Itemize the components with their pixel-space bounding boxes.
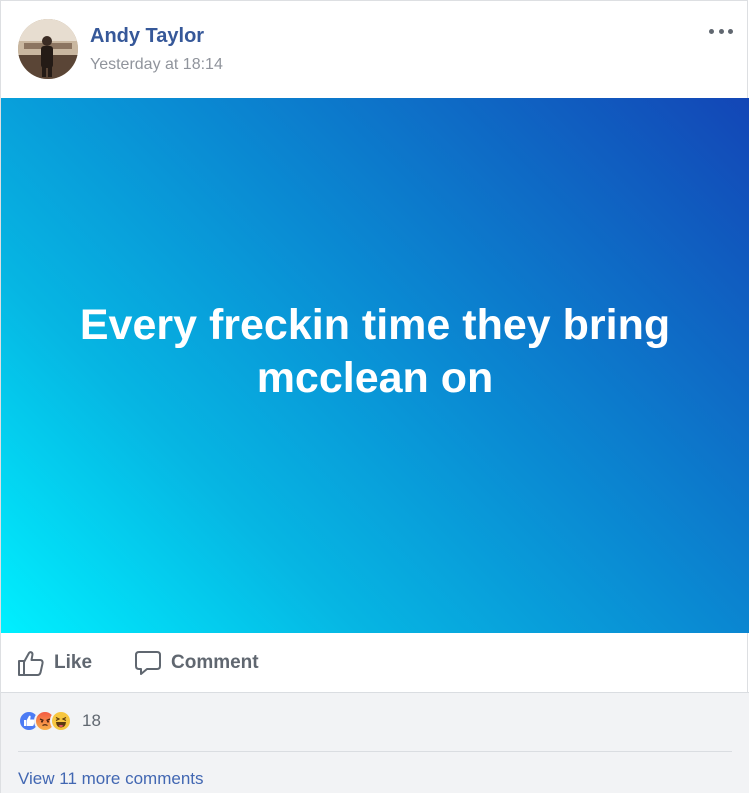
avatar-photo xyxy=(18,19,78,79)
post-header: Andy Taylor Yesterday at 18:14 xyxy=(1,1,747,97)
dot xyxy=(709,28,714,34)
comment-icon xyxy=(134,649,162,677)
more-options-icon[interactable] xyxy=(709,23,733,39)
post-footer: 18 View 11 more comments xyxy=(1,693,749,793)
comment-label: Comment xyxy=(171,652,259,673)
like-button[interactable]: Like xyxy=(17,649,92,677)
footer-divider xyxy=(18,751,732,752)
author-avatar[interactable] xyxy=(18,19,78,79)
author-name[interactable]: Andy Taylor xyxy=(90,25,204,48)
haha-reaction-icon xyxy=(50,710,72,732)
dot xyxy=(728,28,733,34)
post-actions-bar: Like Comment xyxy=(1,633,749,693)
post-timestamp[interactable]: Yesterday at 18:14 xyxy=(90,56,223,74)
post-card: Andy Taylor Yesterday at 18:14 Every fre… xyxy=(0,0,749,793)
status-background: Every freckin time they bring mcclean on xyxy=(1,98,749,633)
reactions-summary[interactable]: 18 xyxy=(18,710,101,732)
dot xyxy=(718,28,724,34)
like-label: Like xyxy=(54,652,93,673)
view-more-comments-link[interactable]: View 11 more comments xyxy=(18,769,204,789)
post-text: Every freckin time they bring mcclean on xyxy=(79,300,671,402)
comment-button[interactable]: Comment xyxy=(134,649,259,677)
reaction-count: 18 xyxy=(82,711,101,730)
thumbs-up-icon xyxy=(17,649,45,677)
